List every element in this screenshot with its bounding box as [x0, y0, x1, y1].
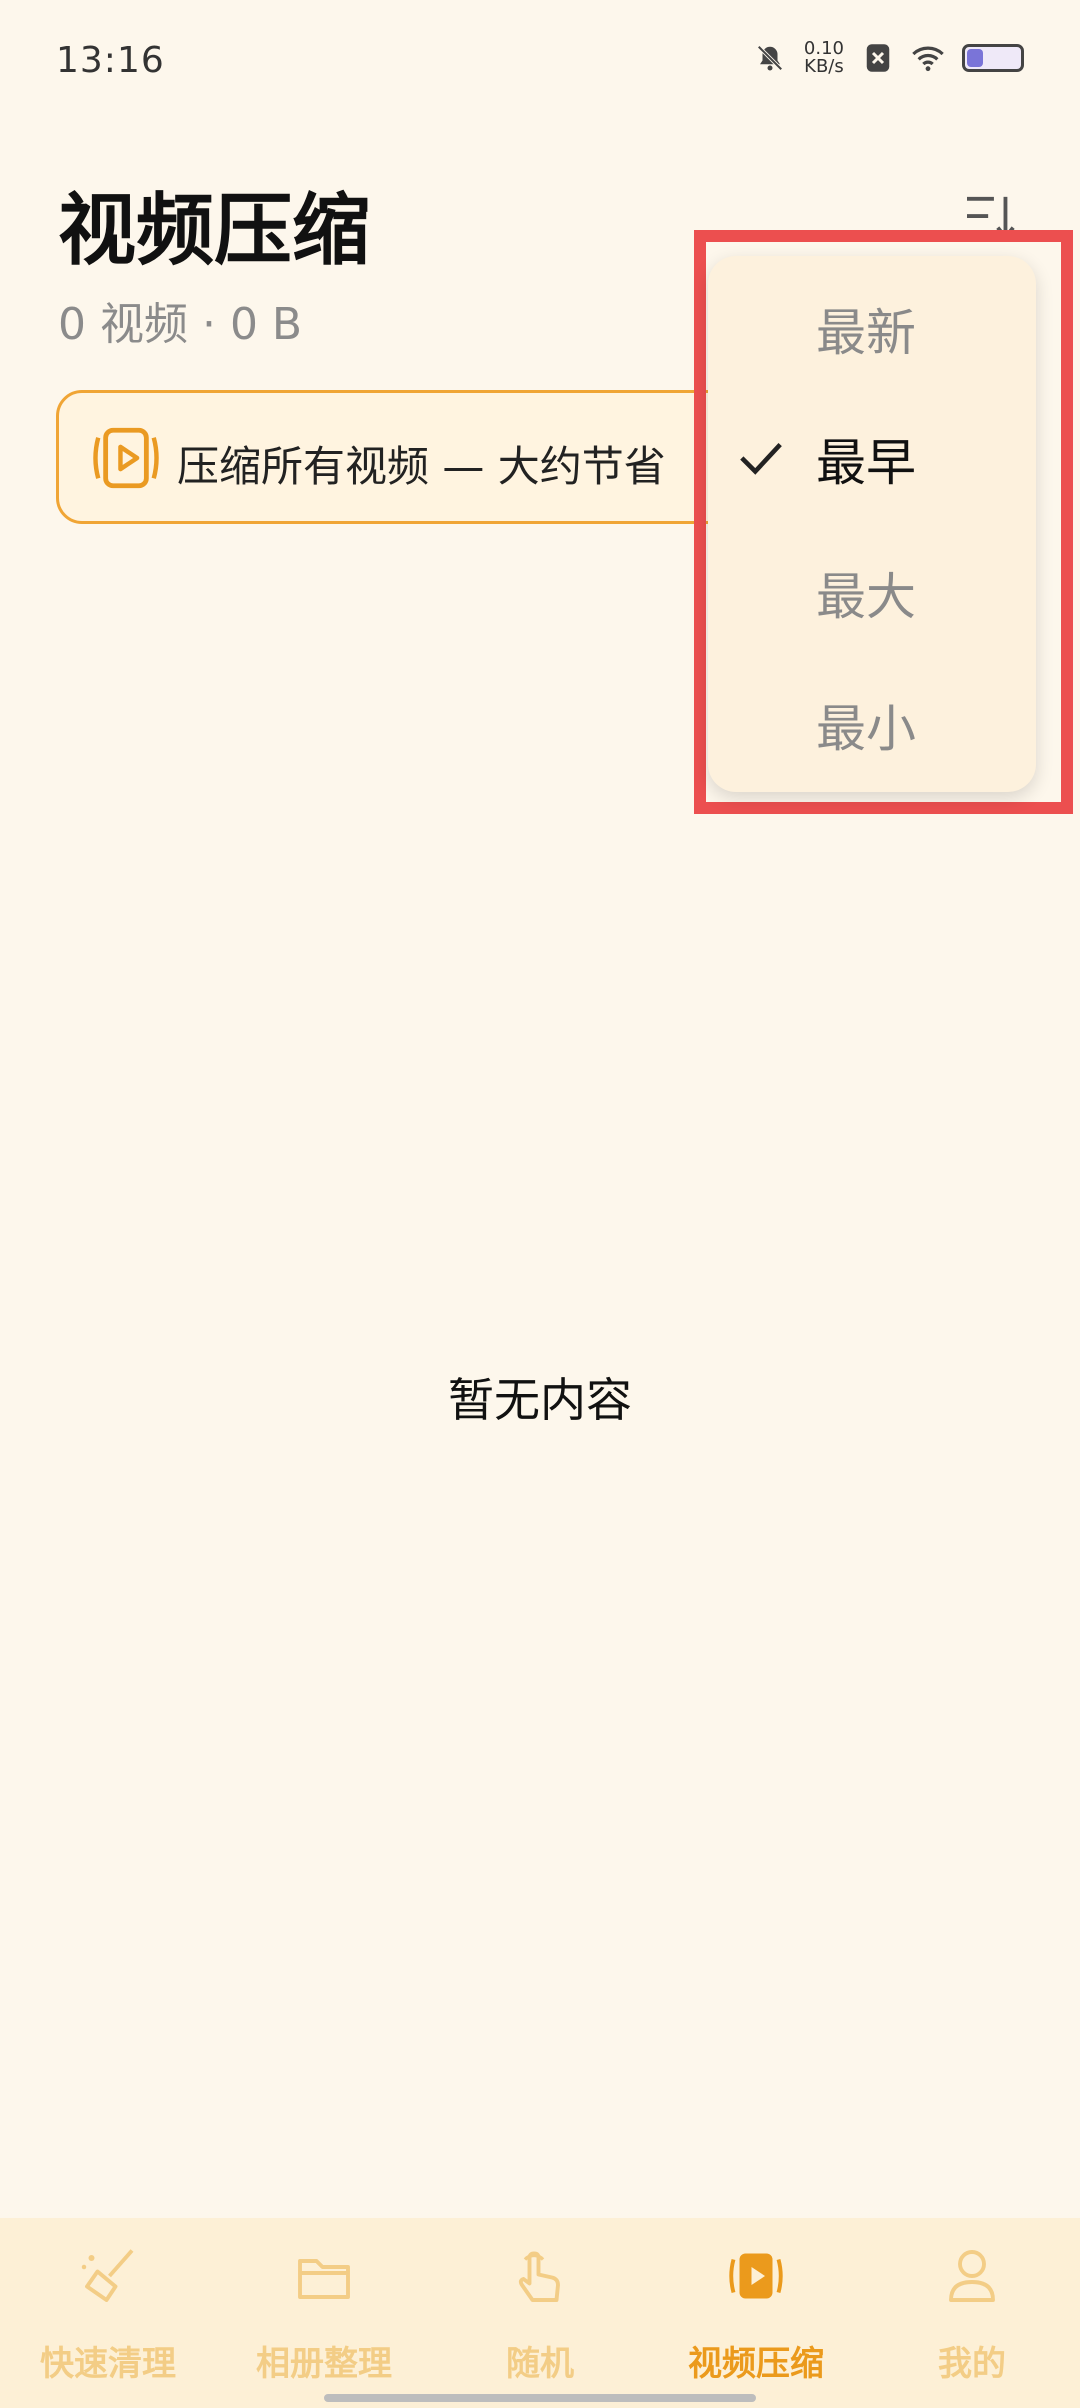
- page-title: 视频压缩: [58, 186, 371, 276]
- menu-item-label: 最新: [816, 304, 916, 362]
- sort-dropdown-menu: 最新 最早 最大 最小: [708, 256, 1036, 792]
- nav-label: 快速清理: [40, 2344, 176, 2384]
- sort-option-largest[interactable]: 最大: [708, 528, 1036, 658]
- nav-label: 视频压缩: [688, 2344, 824, 2384]
- nav-item-album[interactable]: 相册整理: [216, 2218, 432, 2408]
- wifi-icon: [912, 42, 944, 74]
- nav-label: 随机: [506, 2344, 574, 2384]
- video-summary: 0 视频 · 0 B: [58, 299, 303, 350]
- status-icons: 0.10 KB/s: [754, 40, 1024, 76]
- user-icon: [949, 2250, 995, 2302]
- net-speed-unit: KB/s: [804, 56, 844, 77]
- bell-off-icon: [754, 42, 786, 74]
- sim-off-icon: [862, 42, 894, 74]
- compress-all-label: 压缩所有视频 — 大约节省: [177, 442, 666, 491]
- checkmark-icon: [740, 443, 782, 475]
- nav-item-video-compress[interactable]: 视频压缩: [648, 2218, 864, 2408]
- folder-icon: [298, 2259, 350, 2299]
- status-bar: 13:16 0.10 KB/s: [0, 0, 1080, 120]
- sort-option-oldest[interactable]: 最早: [708, 394, 1036, 524]
- tap-hand-icon: [518, 2251, 560, 2302]
- bottom-navigation: 快速清理 相册整理 随机 视频压缩 我的: [0, 2218, 1080, 2408]
- video-compress-icon: [93, 427, 159, 489]
- broom-icon: [81, 2249, 134, 2302]
- menu-item-label: 最小: [816, 700, 916, 758]
- sort-option-smallest[interactable]: 最小: [708, 660, 1036, 790]
- nav-label: 我的: [938, 2344, 1006, 2384]
- video-compress-icon: [729, 2253, 783, 2299]
- nav-item-quick-clean[interactable]: 快速清理: [0, 2218, 216, 2408]
- empty-state-text: 暂无内容: [448, 1373, 632, 1427]
- status-time: 13:16: [56, 40, 165, 81]
- home-indicator[interactable]: [324, 2394, 756, 2402]
- sort-option-newest[interactable]: 最新: [708, 264, 1036, 394]
- menu-item-label: 最早: [816, 434, 916, 492]
- net-speed: 0.10 KB/s: [804, 40, 844, 76]
- nav-item-random[interactable]: 随机: [432, 2218, 648, 2408]
- battery-icon: [962, 44, 1024, 72]
- menu-item-label: 最大: [816, 568, 916, 626]
- battery-level: [967, 49, 983, 67]
- screen: 13:16 0.10 KB/s 视频压缩 0 视频 · 0 B 压缩所有视频 —…: [0, 0, 1080, 2408]
- nav-label: 相册整理: [256, 2344, 392, 2384]
- nav-item-profile[interactable]: 我的: [864, 2218, 1080, 2408]
